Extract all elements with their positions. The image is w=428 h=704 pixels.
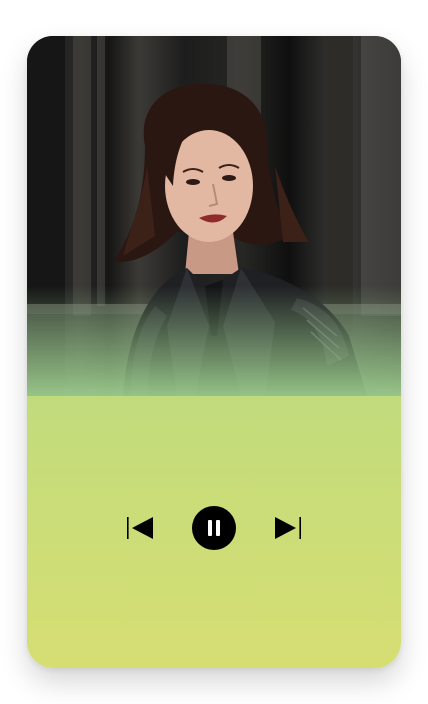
music-player-card [27,36,401,668]
pause-button[interactable] [192,506,236,550]
album-art-photo [27,36,401,396]
next-button[interactable] [274,516,302,540]
skip-next-icon [275,517,301,539]
photo-gradient-fade [27,286,401,396]
playback-controls [27,506,401,550]
previous-button[interactable] [126,516,154,540]
pause-icon [208,520,220,536]
skip-previous-icon [127,517,153,539]
